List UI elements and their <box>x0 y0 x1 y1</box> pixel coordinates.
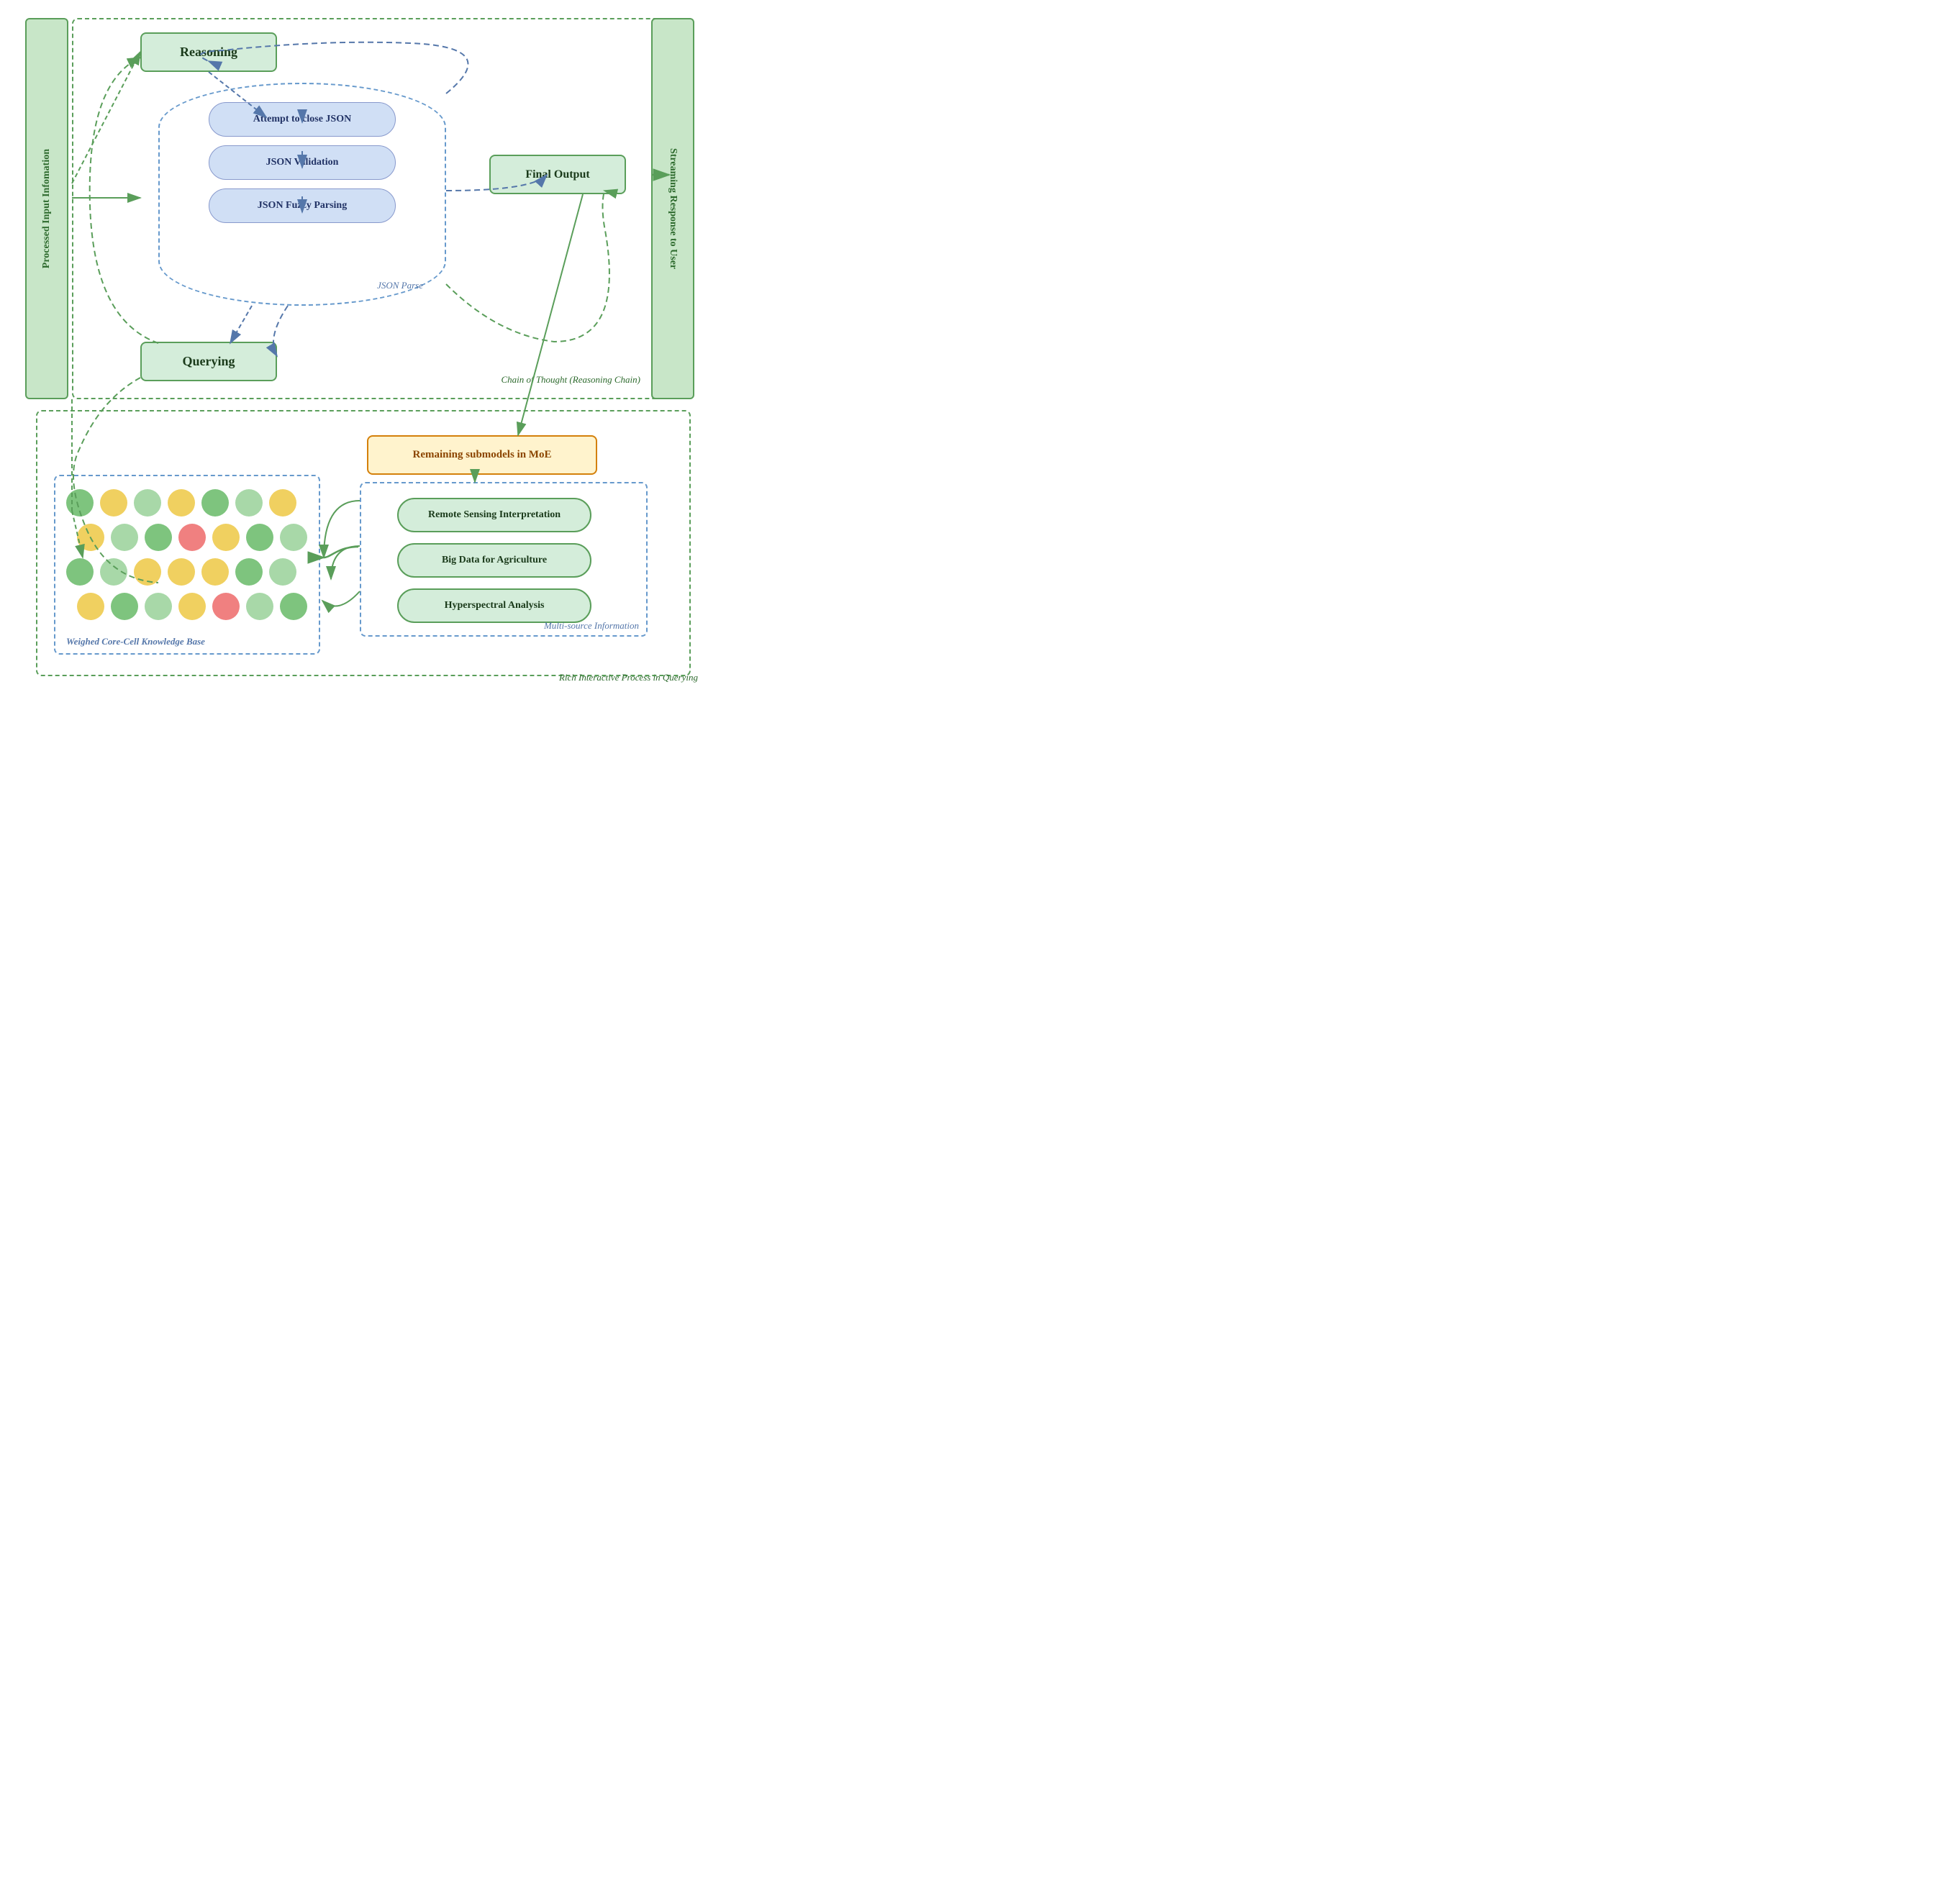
circle-23 <box>111 593 138 620</box>
circle-16 <box>100 558 127 586</box>
processed-input-label: Processed Input Infomation <box>40 149 53 268</box>
json-attempt-label: Attempt to close JSON <box>253 114 351 125</box>
remote-sensing-label: Remote Sensing Interpretation <box>428 509 561 521</box>
circle-3 <box>134 489 161 517</box>
circle-10 <box>145 524 172 551</box>
rich-interactive-label: Rich Interactive Process in Querying <box>559 672 698 683</box>
big-data-label: Big Data for Agriculture <box>442 555 547 566</box>
json-validation-label: JSON Validation <box>266 157 339 168</box>
circle-13 <box>246 524 273 551</box>
circle-14 <box>280 524 307 551</box>
circle-5 <box>201 489 229 517</box>
json-attempt-box: Attempt to close JSON <box>209 102 396 137</box>
circle-4 <box>168 489 195 517</box>
json-parse-box: Attempt to close JSON JSON Validation JS… <box>158 83 446 306</box>
circle-24 <box>145 593 172 620</box>
circle-18 <box>168 558 195 586</box>
circle-22 <box>77 593 104 620</box>
circle-27 <box>246 593 273 620</box>
circle-2 <box>100 489 127 517</box>
circle-15 <box>66 558 94 586</box>
hyperspectral-label: Hyperspectral Analysis <box>445 600 545 611</box>
chain-of-thought-label: Chain of Thought (Reasoning Chain) <box>501 374 640 386</box>
circle-21 <box>269 558 296 586</box>
knowledge-base-box: Weighed Core-Cell Knowledge Base <box>54 475 320 655</box>
querying-label: Querying <box>182 354 235 369</box>
knowledge-base-label: Weighed Core-Cell Knowledge Base <box>66 636 205 647</box>
circle-28 <box>280 593 307 620</box>
json-fuzzy-label: JSON Fuzzy Parsing <box>258 200 347 211</box>
big-data-box: Big Data for Agriculture <box>397 543 591 578</box>
multisource-label: Multi-source Information <box>544 620 639 632</box>
circle-12 <box>212 524 240 551</box>
reasoning-label: Reasoning <box>180 45 237 60</box>
streaming-response-bar: Streaming Response to User <box>651 18 694 399</box>
final-output-box: Final Output <box>489 155 626 194</box>
circle-8 <box>77 524 104 551</box>
circle-17 <box>134 558 161 586</box>
circles-area <box>63 483 314 627</box>
circle-9 <box>111 524 138 551</box>
circle-25 <box>178 593 206 620</box>
streaming-response-label: Streaming Response to User <box>666 148 679 269</box>
remote-sensing-box: Remote Sensing Interpretation <box>397 498 591 532</box>
circle-20 <box>235 558 263 586</box>
json-fuzzy-box: JSON Fuzzy Parsing <box>209 188 396 223</box>
circle-11 <box>178 524 206 551</box>
circle-26 <box>212 593 240 620</box>
hyperspectral-box: Hyperspectral Analysis <box>397 588 591 623</box>
multisource-box: Remote Sensing Interpretation Big Data f… <box>360 482 648 637</box>
json-parse-label: JSON Parse <box>377 280 423 291</box>
submodels-box: Remaining submodels in MoE <box>367 435 597 475</box>
submodels-label: Remaining submodels in MoE <box>413 449 552 461</box>
processed-input-bar: Processed Input Infomation <box>25 18 68 399</box>
circle-6 <box>235 489 263 517</box>
circle-7 <box>269 489 296 517</box>
circle-1 <box>66 489 94 517</box>
reasoning-box: Reasoning <box>140 32 277 72</box>
querying-box: Querying <box>140 342 277 381</box>
diagram-container: Processed Input Infomation Streaming Res… <box>14 11 705 687</box>
json-validation-box: JSON Validation <box>209 145 396 180</box>
circle-19 <box>201 558 229 586</box>
final-output-label: Final Output <box>525 168 589 181</box>
